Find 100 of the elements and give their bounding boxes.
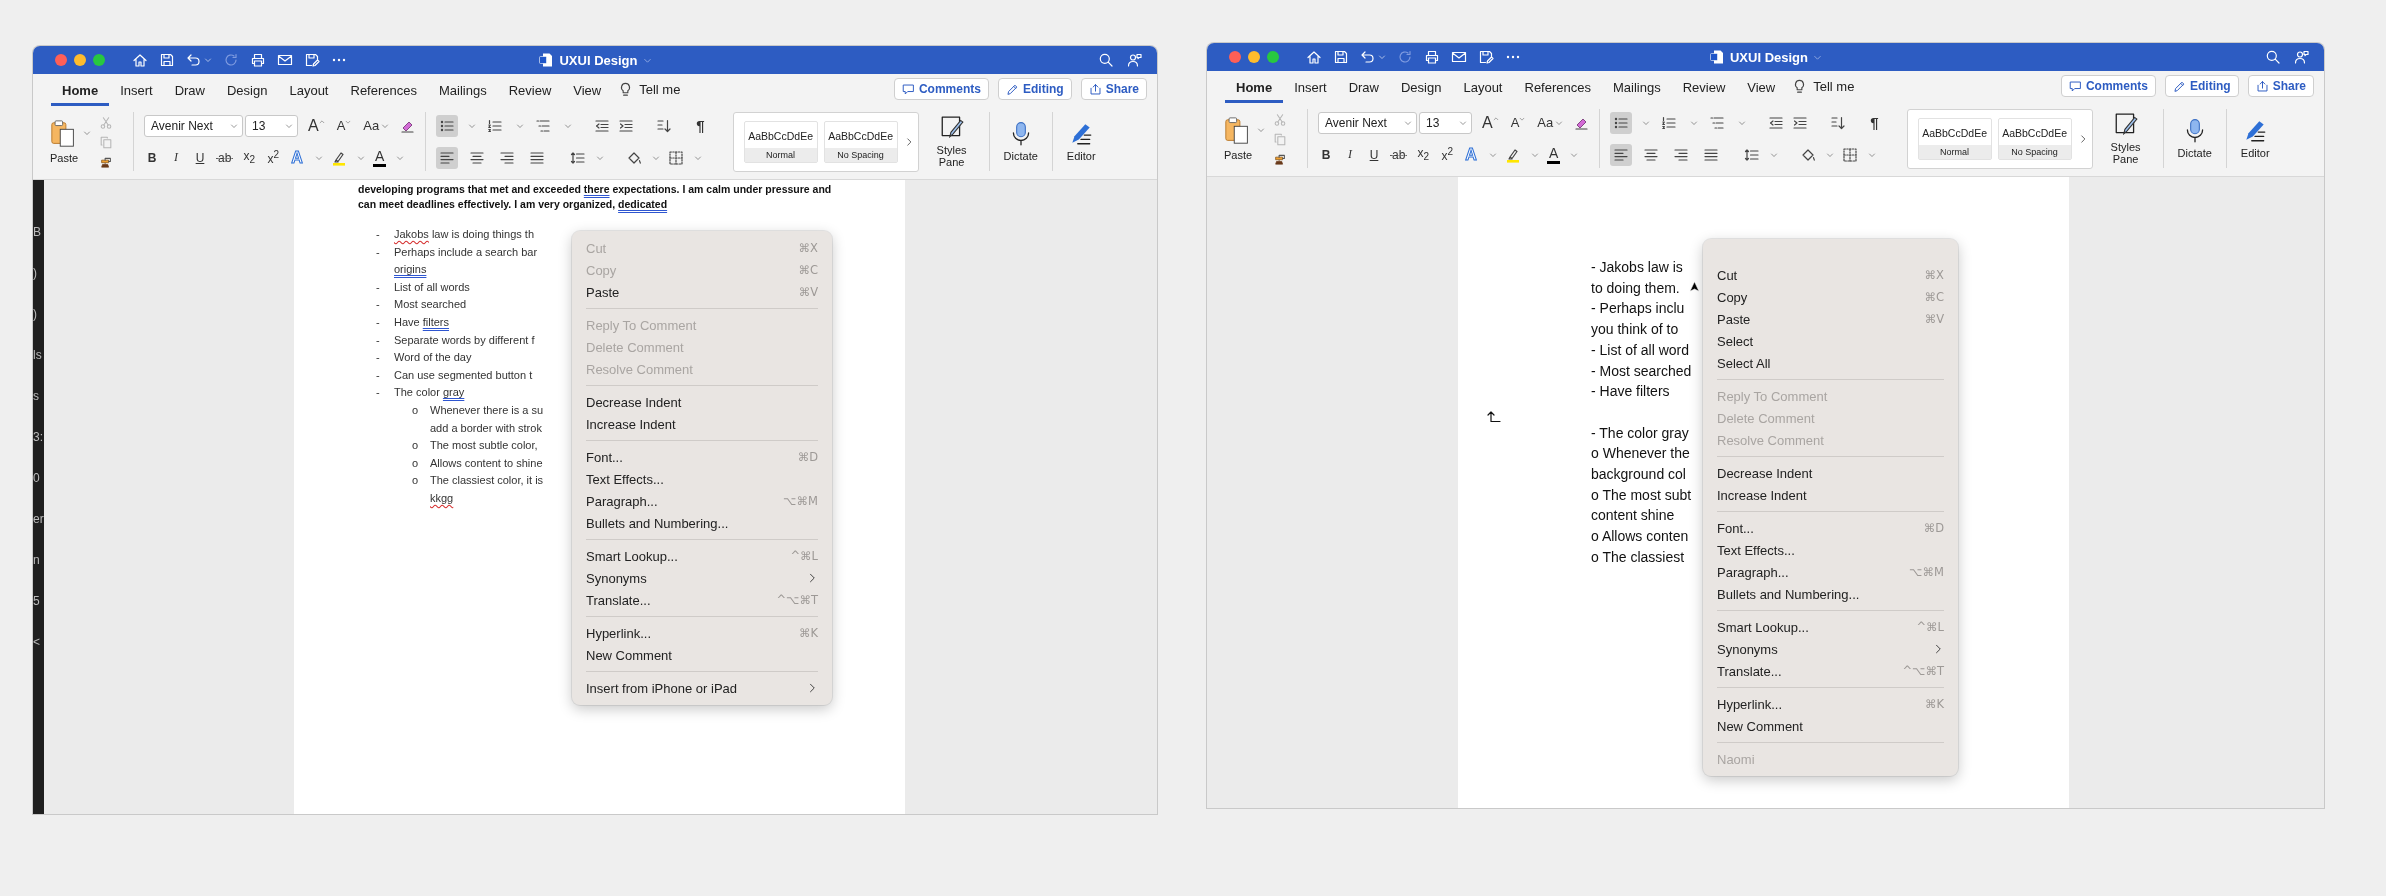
menu-item[interactable]: New Comment (572, 644, 832, 666)
zoom-button[interactable] (1267, 51, 1279, 63)
comments-button[interactable]: Comments (893, 78, 989, 100)
menu-item[interactable]: Text Effects... (572, 468, 832, 490)
style-tile[interactable]: AaBbCcDdEe Normal (1917, 117, 1992, 160)
ribbon-tab[interactable]: Insert (109, 76, 164, 106)
menu-item[interactable]: Paste ⌘V (572, 281, 832, 303)
editor-button[interactable]: Editor (2236, 116, 2274, 161)
borders-icon[interactable] (1842, 146, 1859, 163)
share-button[interactable]: Share (2247, 75, 2314, 97)
print-icon[interactable] (250, 52, 266, 68)
increase-indent-icon[interactable] (618, 117, 635, 134)
font-size-dropdown[interactable]: 13 (245, 114, 298, 137)
ribbon-tab[interactable]: Draw (1337, 73, 1390, 103)
undo-icon[interactable] (186, 52, 202, 68)
borders-icon[interactable] (668, 149, 685, 166)
editing-button[interactable]: Editing (2164, 75, 2239, 97)
ribbon-tab[interactable]: View (562, 76, 613, 106)
style-tile[interactable]: AaBbCcDdEe No Spacing (1997, 117, 2072, 160)
menu-item[interactable]: Synonyms (572, 567, 832, 589)
menu-item[interactable]: Text Effects... (1703, 539, 1958, 561)
mail-icon[interactable] (277, 52, 293, 68)
decrease-indent-icon[interactable] (1768, 114, 1785, 131)
font-color-button[interactable]: A (372, 148, 387, 167)
ribbon-tab[interactable]: Layout (278, 76, 340, 106)
save-icon[interactable] (159, 52, 175, 68)
align-left-icon[interactable] (1610, 143, 1633, 166)
save-icon[interactable] (1333, 49, 1349, 65)
menu-item[interactable]: Smart Lookup... ^⌘L (1703, 616, 1958, 638)
menu-item[interactable]: Cut ⌘X (1703, 264, 1958, 286)
sort-icon[interactable] (1830, 114, 1847, 131)
increase-indent-icon[interactable] (1792, 114, 1809, 131)
subscript-button[interactable]: x$_{2}$ (241, 146, 258, 169)
italic-button[interactable]: I (168, 146, 184, 169)
styles-pane-button[interactable]: Styles Pane (924, 113, 979, 170)
share-button[interactable]: Share (1080, 78, 1147, 100)
change-case-button[interactable]: Aa (1535, 111, 1566, 134)
font-name-dropdown[interactable]: Avenir Next (144, 114, 243, 137)
sort-icon[interactable] (656, 117, 673, 134)
people-icon[interactable] (1127, 52, 1143, 68)
home-icon[interactable] (1306, 49, 1322, 65)
comments-button[interactable]: Comments (2060, 75, 2156, 97)
menu-item[interactable]: Translate... ^⌥⌘T (1703, 660, 1958, 682)
menu-item[interactable]: Hyperlink... ⌘K (572, 622, 832, 644)
menu-item[interactable]: Decrease Indent (1703, 462, 1958, 484)
subscript-button[interactable]: x$_{2}$ (1415, 143, 1432, 166)
italic-button[interactable]: I (1342, 143, 1358, 166)
ribbon-tab[interactable]: References (339, 76, 428, 106)
menu-item[interactable]: Font... ⌘D (1703, 517, 1958, 539)
ribbon-tab[interactable]: Design (216, 76, 279, 106)
zoom-button[interactable] (93, 54, 105, 66)
ribbon-tab[interactable]: Insert (1283, 73, 1338, 103)
ribbon-tab[interactable]: Layout (1452, 73, 1514, 103)
font-size-dropdown[interactable]: 13 (1419, 111, 1472, 134)
menu-item[interactable]: Synonyms (1703, 638, 1958, 660)
floppy-pencil-icon[interactable] (304, 52, 320, 68)
font-name-dropdown[interactable]: Avenir Next (1318, 111, 1417, 134)
superscript-button[interactable]: x$^{2}$ (265, 146, 282, 169)
floppy-pencil-icon[interactable] (1478, 49, 1494, 65)
editing-button[interactable]: Editing (997, 78, 1072, 100)
ribbon-tab[interactable]: Draw (163, 76, 216, 106)
search-icon[interactable] (2265, 49, 2281, 65)
superscript-button[interactable]: x$^{2}$ (1439, 143, 1456, 166)
tell-me-button[interactable]: Tell me (637, 77, 683, 101)
shrink-font-button[interactable]: A (1508, 111, 1528, 134)
people-icon[interactable] (2294, 49, 2310, 65)
menu-item[interactable]: Decrease Indent (572, 391, 832, 413)
print-icon[interactable] (1424, 49, 1440, 65)
font-color-button[interactable]: A (1546, 145, 1561, 164)
ribbon-tab[interactable]: Review (1671, 73, 1737, 103)
menu-item[interactable]: Select All (1703, 352, 1958, 374)
mail-icon[interactable] (1451, 49, 1467, 65)
menu-item[interactable]: New Comment (1703, 715, 1958, 737)
decrease-indent-icon[interactable] (594, 117, 611, 134)
search-icon[interactable] (1098, 52, 1114, 68)
styles-pane-button[interactable]: Styles Pane (2098, 110, 2153, 167)
undo-icon[interactable] (1360, 49, 1376, 65)
style-tile[interactable]: AaBbCcDdEe Normal (743, 120, 818, 163)
tell-me-button[interactable]: Tell me (1811, 74, 1857, 98)
show-marks-button[interactable]: ¶ (1868, 111, 1881, 134)
menu-item[interactable]: Copy ⌘C (1703, 286, 1958, 308)
shrink-font-button[interactable]: A (334, 114, 354, 137)
menu-item[interactable]: Font... ⌘D (572, 446, 832, 468)
underline-button[interactable]: U (1366, 143, 1382, 166)
ribbon-tab[interactable]: View (1736, 73, 1787, 103)
grow-font-button[interactable]: A (1480, 111, 1501, 134)
home-icon[interactable] (132, 52, 148, 68)
ribbon-tab[interactable]: Design (1390, 73, 1453, 103)
ribbon-tab[interactable]: Mailings (1602, 73, 1672, 103)
grow-font-button[interactable]: A (306, 114, 327, 137)
minimize-button[interactable] (1248, 51, 1260, 63)
paste-button[interactable]: Paste (45, 117, 83, 166)
change-case-button[interactable]: Aa (361, 114, 392, 137)
dictate-button[interactable]: Dictate (999, 119, 1042, 164)
ribbon-tab[interactable]: Home (51, 76, 110, 106)
show-marks-button[interactable]: ¶ (694, 114, 707, 137)
style-tile[interactable]: AaBbCcDdEe No Spacing (823, 120, 898, 163)
bold-button[interactable]: B (1318, 143, 1334, 166)
bullet-list-icon[interactable] (436, 114, 459, 137)
bullet-list-icon[interactable] (1610, 111, 1633, 134)
